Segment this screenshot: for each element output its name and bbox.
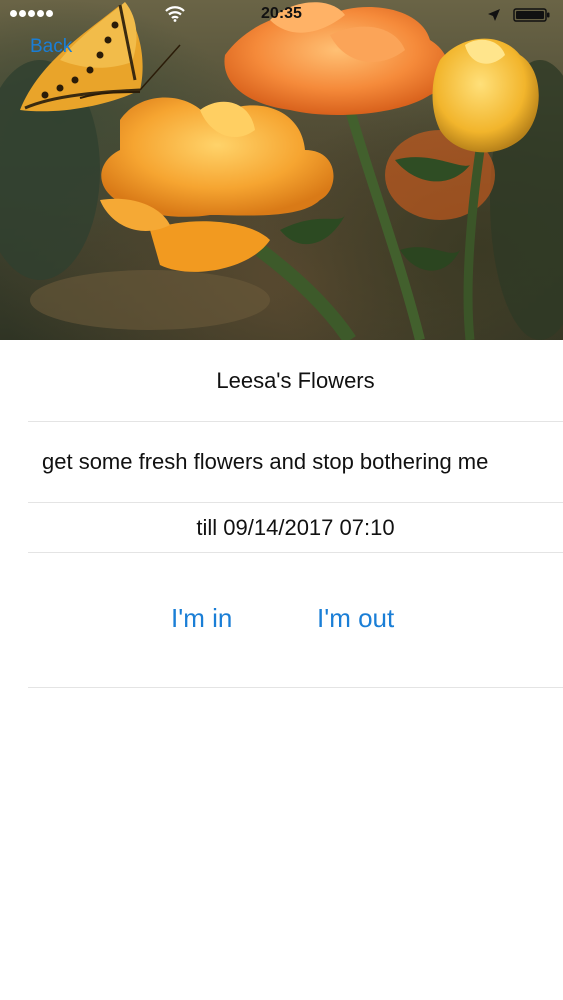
event-detail-screen: 20:35 Back Leesa's Flowers get some fres…	[0, 0, 563, 1000]
flowers-photo-illustration	[0, 2, 563, 340]
status-bar: 20:35	[0, 0, 563, 30]
hero-image	[0, 0, 563, 340]
event-description-row: get some fresh flowers and stop botherin…	[28, 422, 563, 503]
event-deadline: till 09/14/2017 07:10	[196, 514, 395, 540]
im-in-button[interactable]: I'm in	[171, 603, 232, 634]
battery-icon	[513, 8, 550, 22]
event-description: get some fresh flowers and stop botherin…	[42, 449, 489, 474]
event-title-row: Leesa's Flowers	[28, 340, 563, 422]
event-deadline-row: till 09/14/2017 07:10	[28, 503, 563, 553]
rsvp-actions-row: I'm in I'm out	[28, 553, 563, 688]
status-time: 20:35	[261, 5, 302, 22]
event-title: Leesa's Flowers	[216, 367, 375, 393]
back-button[interactable]: Back	[30, 36, 72, 58]
im-out-button[interactable]: I'm out	[317, 603, 394, 634]
location-arrow-icon	[488, 9, 500, 21]
